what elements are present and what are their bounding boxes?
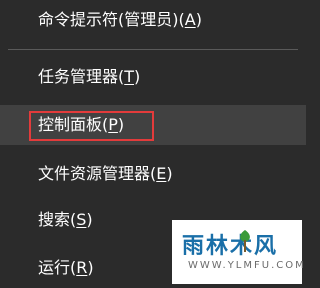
menu-item-label-prefix: 运行( (38, 258, 77, 277)
menu-item-label-suffix: ) (166, 164, 173, 183)
watermark-logo: 雨林木风 WWW.YLMFU.COM (172, 220, 304, 284)
annotation-highlight-box (29, 111, 154, 141)
menu-item-label-suffix: ) (195, 10, 202, 29)
watermark-url-text: WWW.YLMFU.COM (188, 260, 306, 271)
menu-item-accelerator-key: E (156, 164, 167, 183)
menu-item-label-prefix: 命令提示符(管理员)( (38, 10, 185, 29)
menu-item-accelerator-key: R (76, 258, 88, 277)
menu-item-accelerator-key: A (184, 10, 196, 29)
menu-item-label-prefix: 任务管理器( (38, 67, 125, 86)
menu-item-accelerator-key: S (76, 210, 87, 229)
tree-icon (240, 230, 250, 252)
menu-item-accelerator-key: T (124, 67, 135, 86)
menu-item-task-manager[interactable]: 任务管理器(T) (0, 57, 306, 97)
menu-separator (8, 49, 298, 50)
menu-item-label-prefix: 搜索( (38, 210, 77, 229)
menu-item-command-prompt-admin[interactable]: 命令提示符(管理员)(A) (0, 0, 306, 40)
context-menu: 命令提示符(管理员)(A) 任务管理器(T) 控制面板(P) 文件资源管理器(E… (0, 0, 306, 286)
menu-item-label-suffix: ) (134, 67, 141, 86)
watermark-brand-text: 雨林木风 (182, 234, 279, 259)
menu-item-label-prefix: 文件资源管理器( (38, 164, 157, 183)
menu-item-file-explorer[interactable]: 文件资源管理器(E) (0, 154, 306, 194)
menu-item-label-suffix: ) (87, 258, 94, 277)
menu-item-label-suffix: ) (86, 210, 93, 229)
